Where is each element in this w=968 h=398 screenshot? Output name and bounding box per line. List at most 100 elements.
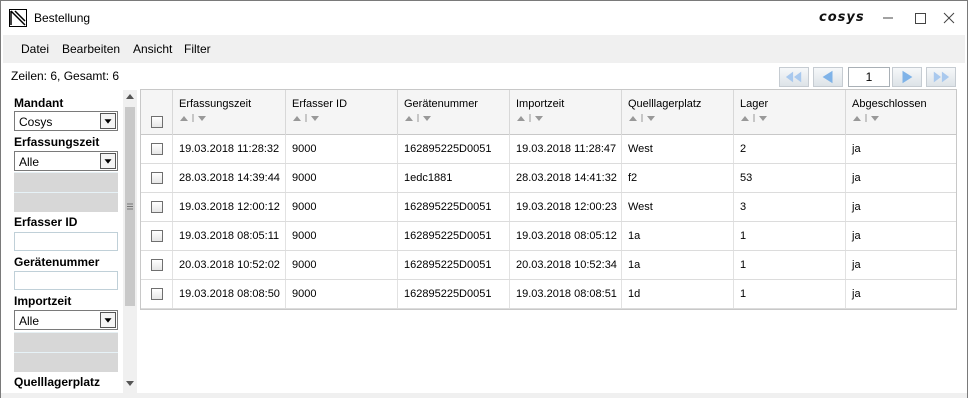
first-page-icon[interactable] <box>779 67 809 87</box>
cell-abgeschlossen: ja <box>845 251 956 279</box>
column-label: Importzeit <box>516 98 565 110</box>
cell-lager: 53 <box>733 164 845 192</box>
cell-abgeschlossen: ja <box>845 135 956 163</box>
cell-erfassungszeit: 19.03.2018 08:05:11 <box>172 222 285 250</box>
column-label: Erfassungszeit <box>179 98 252 110</box>
chevron-down-icon[interactable] <box>100 113 116 129</box>
table-row[interactable]: 19.03.2018 12:00:12 9000 162895225D0051 … <box>141 193 956 222</box>
row-summary: Zeilen: 6, Gesamt: 6 <box>11 69 120 83</box>
chevron-down-icon[interactable] <box>100 312 116 328</box>
previous-page-icon[interactable] <box>813 67 843 87</box>
close-icon[interactable] <box>935 7 963 29</box>
column-header-quelllagerplatz[interactable]: Quelllagerplatz <box>621 90 733 135</box>
cell-importzeit: 28.03.2018 14:41:32 <box>509 164 621 192</box>
cell-erfasser-id: 9000 <box>285 222 397 250</box>
sort-icon[interactable] <box>292 113 328 123</box>
row-checkbox[interactable] <box>151 259 163 271</box>
row-checkbox[interactable] <box>151 201 163 213</box>
column-header-erfassungszeit[interactable]: Erfassungszeit <box>172 90 285 135</box>
importzeit-value: Alle <box>19 314 40 328</box>
cell-importzeit: 19.03.2018 08:08:51 <box>509 280 621 308</box>
sort-icon[interactable] <box>628 113 664 123</box>
bottom-border <box>1 393 967 398</box>
sort-icon[interactable] <box>404 113 440 123</box>
cell-erfassungszeit: 19.03.2018 12:00:12 <box>172 193 285 221</box>
filter-label-quelllagerplatz: Quelllagerplatz <box>14 375 101 389</box>
table-row[interactable]: 28.03.2018 14:39:44 9000 1edc1881 28.03.… <box>141 164 956 193</box>
page-number-input[interactable]: 1 <box>848 67 890 87</box>
importzeit-range[interactable] <box>14 332 118 372</box>
filter-scrollbar[interactable] <box>123 90 137 393</box>
cell-erfassungszeit: 19.03.2018 08:08:50 <box>172 280 285 308</box>
brand-logo: cosys <box>819 10 865 25</box>
grip-icon <box>127 203 133 210</box>
erfassungszeit-range[interactable] <box>14 172 118 212</box>
row-checkbox[interactable] <box>151 172 163 184</box>
next-page-icon[interactable] <box>892 67 922 87</box>
menu-filter[interactable]: Filter <box>184 42 211 56</box>
row-checkbox[interactable] <box>151 230 163 242</box>
importzeit-select[interactable]: Alle <box>14 310 118 330</box>
geraetenummer-input[interactable] <box>14 271 118 290</box>
cell-lager: 1 <box>733 222 845 250</box>
column-header-geraetenummer[interactable]: Gerätenummer <box>397 90 509 135</box>
chevron-down-icon[interactable] <box>100 153 116 169</box>
erfassungszeit-select[interactable]: Alle <box>14 151 118 171</box>
cell-abgeschlossen: ja <box>845 222 956 250</box>
filter-label-geraetenummer: Gerätenummer <box>14 255 100 269</box>
scroll-up-icon[interactable] <box>126 93 134 99</box>
cell-erfasser-id: 9000 <box>285 135 397 163</box>
sort-icon[interactable] <box>179 113 215 123</box>
mandant-select[interactable]: Cosys <box>14 111 118 131</box>
cell-quelllagerplatz: West <box>621 193 733 221</box>
filter-label-importzeit: Importzeit <box>14 294 72 308</box>
sort-icon[interactable] <box>740 113 776 123</box>
cell-quelllagerplatz: f2 <box>621 164 733 192</box>
cell-erfasser-id: 9000 <box>285 280 397 308</box>
cell-quelllagerplatz: 1d <box>621 280 733 308</box>
filter-panel: Mandant Cosys Erfassungszeit Alle Erfass… <box>11 90 122 393</box>
column-label: Abgeschlossen <box>852 98 927 110</box>
erfasser-id-input[interactable] <box>14 232 118 251</box>
cell-lager: 1 <box>733 280 845 308</box>
grid-header: Erfassungszeit Erfasser ID Gerätenummer … <box>141 90 956 135</box>
minimize-icon[interactable] <box>874 7 902 29</box>
table-row[interactable]: 19.03.2018 08:05:11 9000 162895225D0051 … <box>141 222 956 251</box>
column-label: Gerätenummer <box>404 98 478 110</box>
scrollbar-thumb[interactable] <box>125 107 135 306</box>
table-row[interactable]: 19.03.2018 08:08:50 9000 162895225D0051 … <box>141 280 956 309</box>
menu-datei[interactable]: Datei <box>21 42 49 56</box>
sort-icon[interactable] <box>852 113 888 123</box>
cell-geraetenummer: 162895225D0051 <box>397 280 509 308</box>
column-header-erfasser-id[interactable]: Erfasser ID <box>285 90 397 135</box>
column-header-importzeit[interactable]: Importzeit <box>509 90 621 135</box>
cell-lager: 3 <box>733 193 845 221</box>
cell-erfasser-id: 9000 <box>285 193 397 221</box>
select-all-checkbox[interactable] <box>151 116 163 128</box>
menu-bearbeiten[interactable]: Bearbeiten <box>62 42 120 56</box>
cell-quelllagerplatz: West <box>621 135 733 163</box>
menu-ansicht[interactable]: Ansicht <box>133 42 172 56</box>
row-checkbox[interactable] <box>151 143 163 155</box>
column-label: Lager <box>740 98 769 110</box>
table-row[interactable]: 20.03.2018 10:52:02 9000 162895225D0051 … <box>141 251 956 280</box>
filter-label-mandant: Mandant <box>14 96 64 110</box>
menu-bar: Datei Bearbeiten Ansicht Filter <box>3 35 965 63</box>
filter-label-erfassungszeit: Erfassungszeit <box>14 135 100 149</box>
last-page-icon[interactable] <box>926 67 956 87</box>
column-header-abgeschlossen[interactable]: Abgeschlossen <box>845 90 956 135</box>
cell-lager: 2 <box>733 135 845 163</box>
table-row[interactable]: 19.03.2018 11:28:32 9000 162895225D0051 … <box>141 135 956 164</box>
column-header-lager[interactable]: Lager <box>733 90 845 135</box>
sort-icon[interactable] <box>516 113 552 123</box>
cell-geraetenummer: 1edc1881 <box>397 164 509 192</box>
title-bar: Bestellung cosys <box>1 1 967 35</box>
maximize-icon[interactable] <box>906 7 934 29</box>
app-icon <box>9 9 27 27</box>
cell-abgeschlossen: ja <box>845 164 956 192</box>
row-checkbox[interactable] <box>151 288 163 300</box>
cell-importzeit: 20.03.2018 10:52:34 <box>509 251 621 279</box>
cell-erfassungszeit: 19.03.2018 11:28:32 <box>172 135 285 163</box>
cell-quelllagerplatz: 1a <box>621 222 733 250</box>
scroll-down-icon[interactable] <box>126 381 134 387</box>
